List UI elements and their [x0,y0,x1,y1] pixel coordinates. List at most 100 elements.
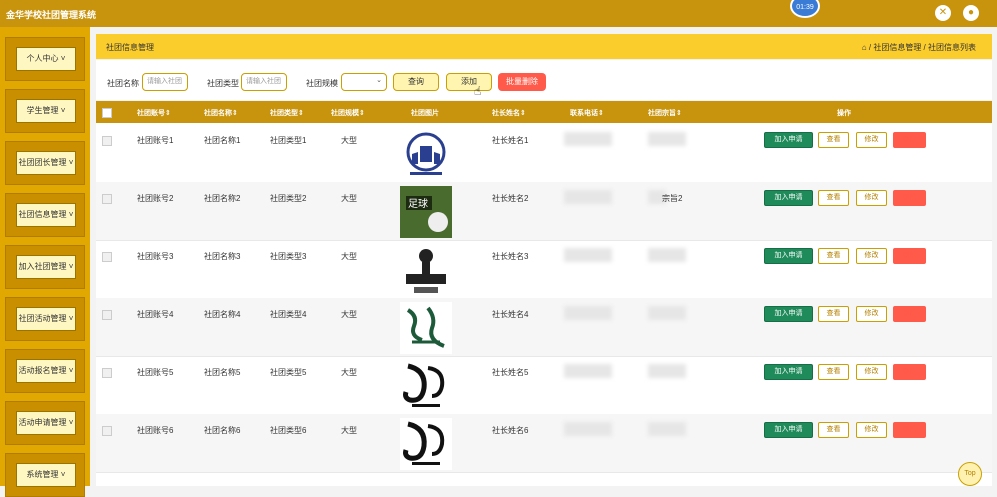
batch-delete-button[interactable]: 批量删除 [498,73,546,91]
top-bar: 金华学校社团管理系统 01:39 ✕ ● [0,0,997,27]
sidebar-item-activities[interactable]: 社团活动管理 ˅ [5,297,85,341]
cell-leader: 社长姓名5 [492,368,529,377]
cell-account: 社团账号3 [137,252,174,261]
edit-button[interactable]: 修改 [856,132,887,148]
club-logo-music[interactable] [400,128,452,180]
cell-name: 社团名称6 [204,426,241,435]
cell-phone-blurred [564,190,612,204]
row-checkbox[interactable] [102,426,112,436]
cell-account: 社团账号1 [137,136,174,145]
sidebar-item-label: 社团信息管理 ˅ [16,203,76,227]
table-row: 社团账号4 社团名称4 社团类型4 大型 社长姓名4 加入申请 查看 修改 删除 [96,298,992,357]
club-logo-calligraphy[interactable] [400,302,452,354]
col-image: 社团图片 [411,110,439,117]
sidebar-item-activity-signup[interactable]: 活动报名管理 ˅ [5,349,85,393]
club-logo-music-note[interactable] [400,418,452,470]
col-purpose[interactable]: 社团宗旨⇕ [648,108,682,118]
view-button[interactable]: 查看 [818,248,849,264]
sidebar-item-club-info[interactable]: 社团信息管理 ˅ [5,193,85,237]
select-all-checkbox[interactable] [102,108,112,118]
cell-phone-blurred [564,422,612,436]
row-checkbox[interactable] [102,136,112,146]
delete-button[interactable]: 删除 [893,422,926,438]
row-checkbox[interactable] [102,310,112,320]
cell-name: 社团名称1 [204,136,241,145]
view-button[interactable]: 查看 [818,422,849,438]
edit-button[interactable]: 修改 [856,248,887,264]
cell-leader: 社长姓名2 [492,194,529,203]
join-request-button[interactable]: 加入申请 [764,364,813,380]
join-request-button[interactable]: 加入申请 [764,132,813,148]
col-type[interactable]: 社团类型⇕ [270,108,304,118]
cell-name: 社团名称2 [204,194,241,203]
delete-button[interactable]: 删除 [893,190,926,206]
view-button[interactable]: 查看 [818,306,849,322]
edit-button[interactable]: 修改 [856,190,887,206]
scroll-top-button[interactable]: Top [958,462,982,486]
col-leader[interactable]: 社长姓名⇕ [492,108,526,118]
club-type-input[interactable]: 请输入社团 [241,73,287,91]
col-name[interactable]: 社团名称⇕ [204,108,238,118]
edit-button[interactable]: 修改 [856,364,887,380]
col-actions: 操作 [837,110,851,117]
delete-button[interactable]: 删除 [893,306,926,322]
view-button[interactable]: 查看 [818,132,849,148]
cell-type: 社团类型1 [270,136,307,145]
cell-leader: 社长姓名6 [492,426,529,435]
join-request-button[interactable]: 加入申请 [764,248,813,264]
cell-phone-blurred [564,132,612,146]
row-checkbox[interactable] [102,368,112,378]
club-name-label: 社团名称 [107,79,139,88]
add-button[interactable]: 添加 [446,73,492,91]
club-type-label: 社团类型 [207,79,239,88]
page-title: 社团信息管理 [106,43,154,52]
col-account[interactable]: 社团账号⇕ [137,108,171,118]
view-button[interactable]: 查看 [818,190,849,206]
sidebar-item-label: 系统管理 ˅ [16,463,76,487]
cell-purpose-blurred [648,248,686,262]
club-logo-campus-song[interactable] [400,244,452,296]
row-checkbox[interactable] [102,194,112,204]
sidebar-item-profile[interactable]: 个人中心 ˅ [5,37,85,81]
cell-purpose: 宗旨2 [662,194,683,203]
cell-type: 社团类型4 [270,310,307,319]
home-icon[interactable]: ⌂ [862,43,867,52]
join-request-button[interactable]: 加入申请 [764,306,813,322]
sidebar-item-activity-apply[interactable]: 活动申请管理 ˅ [5,401,85,445]
cell-account: 社团账号5 [137,368,174,377]
sidebar-item-leaders[interactable]: 社团团长管理 ˅ [5,141,85,185]
join-request-button[interactable]: 加入申请 [764,422,813,438]
club-name-input[interactable]: 请输入社团 [142,73,188,91]
breadcrumb-path-text: / 社团信息管理 / 社团信息列表 [868,43,976,52]
sidebar-item-system[interactable]: 系统管理 ˅ [5,453,85,497]
settings-icon[interactable]: ✕ [935,5,951,21]
delete-button[interactable]: 删除 [893,364,926,380]
edit-button[interactable]: 修改 [856,422,887,438]
row-checkbox[interactable] [102,252,112,262]
cell-purpose-blurred [648,364,686,378]
col-phone[interactable]: 联系电话⇕ [570,108,604,118]
sidebar-item-students[interactable]: 学生管理 ˅ [5,89,85,133]
club-scale-select[interactable]: ⌄ [341,73,387,91]
col-scale[interactable]: 社团规模⇕ [331,108,365,118]
delete-button[interactable]: 删除 [893,248,926,264]
cell-scale: 大型 [341,252,357,261]
query-button[interactable]: 查询 [393,73,439,91]
delete-button[interactable]: 删除 [893,132,926,148]
sidebar-item-label: 学生管理 ˅ [16,99,76,123]
edit-button[interactable]: 修改 [856,306,887,322]
breadcrumb: 社团信息管理 ⌂ / 社团信息管理 / 社团信息列表 [96,34,992,59]
club-logo-music-note[interactable] [400,360,452,412]
join-request-button[interactable]: 加入申请 [764,190,813,206]
cell-leader: 社长姓名3 [492,252,529,261]
sidebar-item-join-club[interactable]: 加入社团管理 ˅ [5,245,85,289]
cell-type: 社团类型3 [270,252,307,261]
user-icon[interactable]: ● [963,5,979,21]
svg-text:足球: 足球 [408,197,428,210]
club-logo-football[interactable]: 足球 [400,186,452,238]
mouse-cursor-icon: ☝ [474,84,482,98]
view-button[interactable]: 查看 [818,364,849,380]
clock-badge: 01:39 [790,0,820,18]
breadcrumb-path[interactable]: ⌂ / 社团信息管理 / 社团信息列表 [862,42,976,53]
cell-leader: 社长姓名1 [492,136,529,145]
